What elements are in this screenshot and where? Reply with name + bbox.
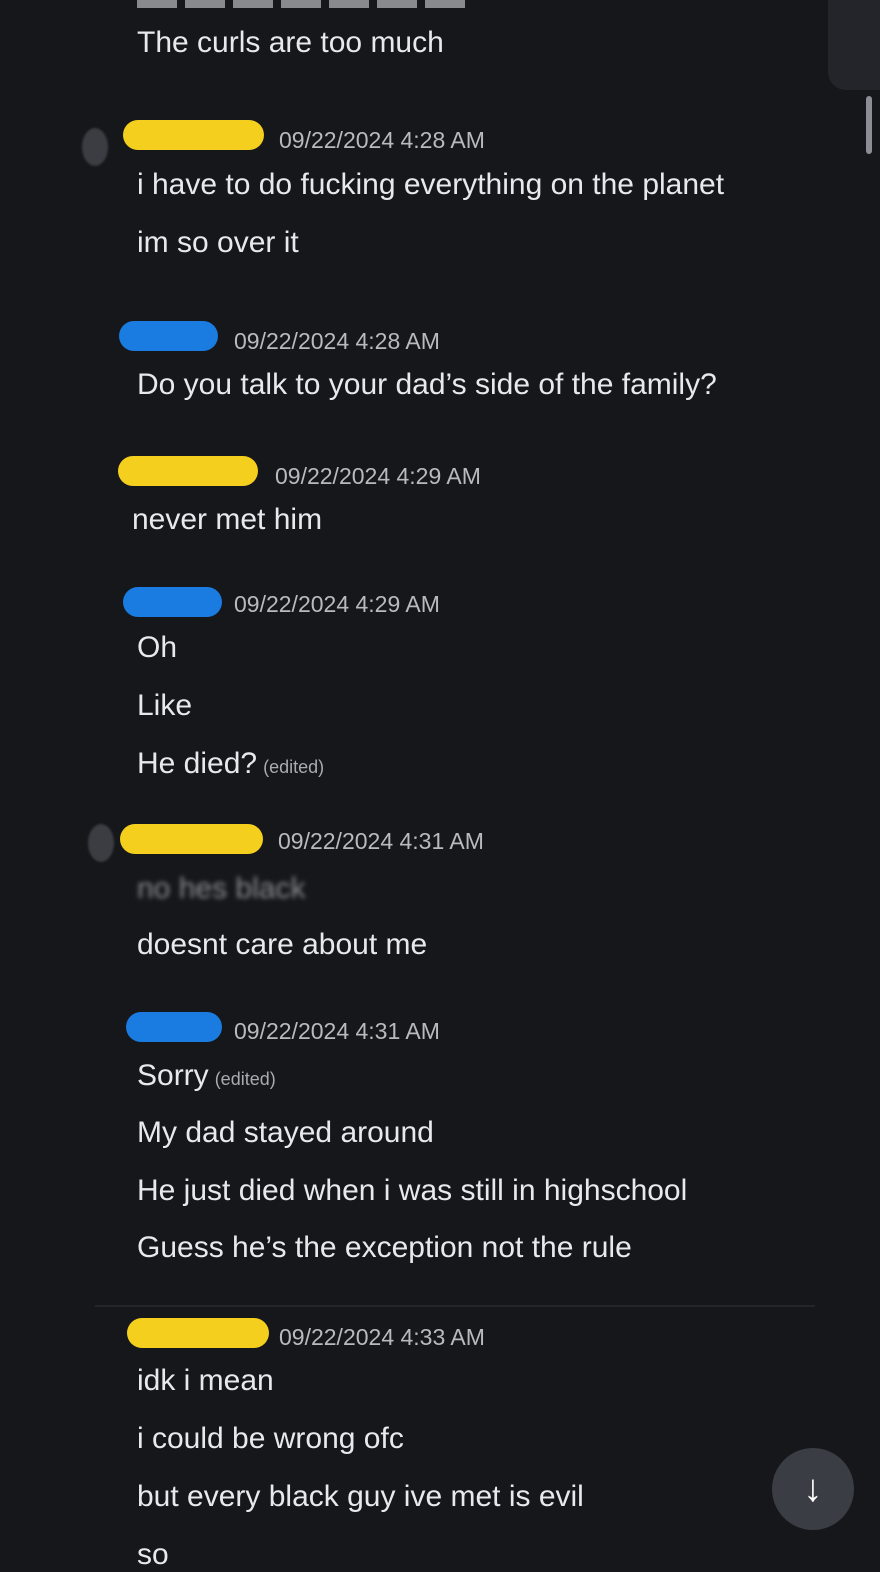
message-text: Sorry (137, 1059, 209, 1092)
message-timestamp: 09/22/2024 4:31 AM (278, 828, 484, 854)
message-timestamp: 09/22/2024 4:29 AM (234, 591, 440, 617)
message-line: i have to do fucking everything on the p… (137, 168, 725, 201)
avatar[interactable] (82, 128, 108, 166)
message-line: no hes black (137, 872, 306, 905)
redacted-username[interactable] (119, 321, 218, 351)
edited-marker: (edited) (263, 757, 325, 777)
message-timestamp: 09/22/2024 4:33 AM (279, 1324, 485, 1350)
message-timestamp: 09/22/2024 4:28 AM (279, 127, 485, 153)
message-line: but every black guy ive met is evil (137, 1480, 584, 1513)
message-line: He died? (edited) (137, 747, 324, 781)
message-divider (95, 1305, 815, 1307)
avatar[interactable] (88, 824, 114, 862)
redacted-username[interactable] (123, 120, 264, 150)
message-timestamp: 09/22/2024 4:28 AM (234, 328, 440, 354)
message-line: My dad stayed around (137, 1116, 434, 1149)
message-line: Guess he’s the exception not the rule (137, 1231, 632, 1264)
scroll-tab[interactable] (828, 0, 880, 90)
message-line: never met him (132, 503, 323, 536)
redacted-username[interactable] (127, 1318, 269, 1348)
arrow-down-icon: ↓ (803, 1468, 823, 1510)
message-line: doesnt care about me (137, 928, 428, 961)
scrollbar-thumb[interactable] (866, 96, 872, 154)
message-timestamp: 09/22/2024 4:31 AM (234, 1018, 440, 1044)
cut-off-header (137, 0, 467, 8)
message-line: The curls are too much (137, 26, 444, 59)
message-line: im so over it (137, 226, 299, 259)
message-line: Like (137, 689, 193, 722)
message-line: Do you talk to your dad’s side of the fa… (137, 368, 717, 401)
redacted-username[interactable] (118, 456, 258, 486)
message-line: idk i mean (137, 1364, 274, 1397)
message-text: He died? (137, 747, 258, 780)
message-line: Sorry (edited) (137, 1059, 276, 1093)
message-line: i could be wrong ofc (137, 1422, 404, 1455)
message-line: He just died when i was still in highsch… (137, 1174, 688, 1207)
chat-message-list[interactable]: The curls are too much 09/22/2024 4:28 A… (0, 0, 880, 1571)
edited-marker: (edited) (214, 1069, 276, 1089)
message-line: Oh (137, 631, 178, 664)
message-line: so (137, 1538, 169, 1571)
redacted-username[interactable] (120, 824, 263, 854)
message-timestamp: 09/22/2024 4:29 AM (275, 463, 481, 489)
redacted-username[interactable] (126, 1012, 222, 1042)
redacted-username[interactable] (123, 587, 222, 617)
jump-to-present-button[interactable]: ↓ (772, 1448, 854, 1530)
